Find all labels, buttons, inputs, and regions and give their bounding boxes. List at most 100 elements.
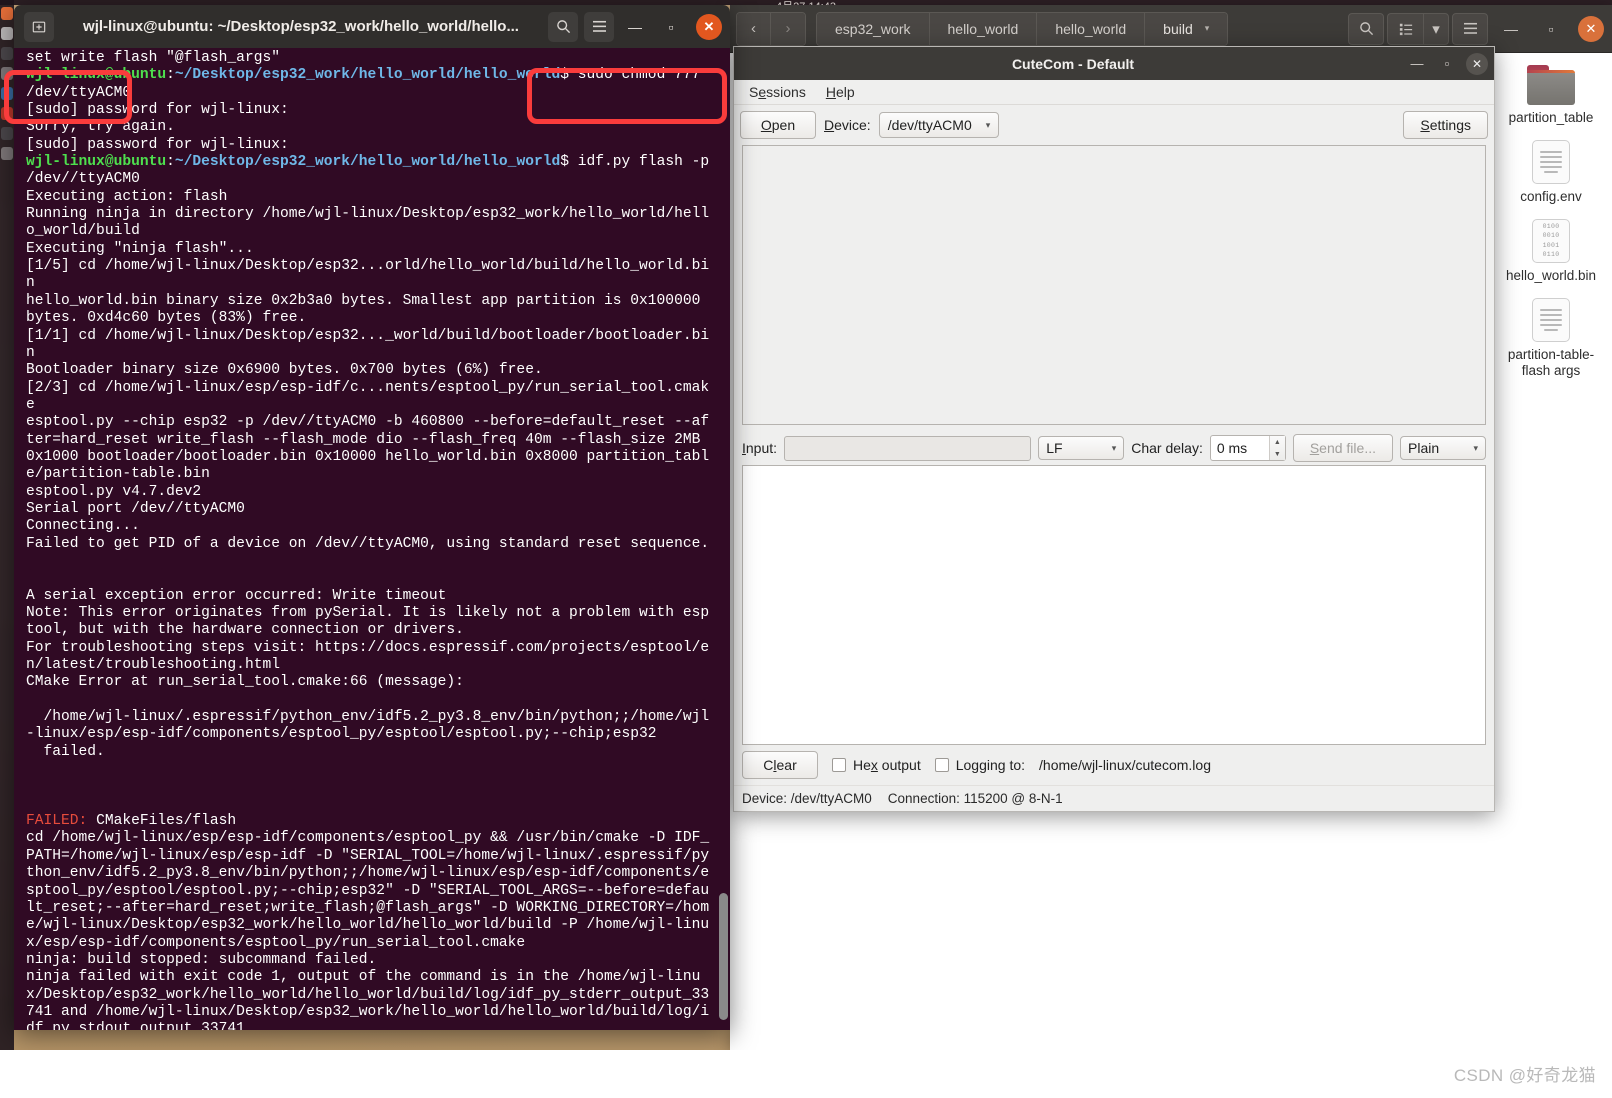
search-icon[interactable] (1348, 12, 1384, 45)
binary-bits-1: 0010 (1542, 232, 1560, 240)
terminal-prompt-user: wjl-linux@ubuntu (26, 67, 167, 84)
file-manager-maximize-button[interactable]: ▫ (1534, 13, 1568, 45)
back-icon[interactable]: ‹ (737, 12, 771, 45)
launcher-dock[interactable] (0, 0, 14, 1098)
terminal-body[interactable]: set write flash "@flash_args" wjl-linux@u… (14, 48, 730, 1030)
breadcrumb-item-build-label: build (1163, 20, 1193, 37)
bottom-strip (0, 1050, 1612, 1098)
cutecom-statusbar: Device: /dev/ttyACM0 Connection: 115200 … (734, 785, 1494, 811)
file-item-config-env[interactable]: config.env (1492, 136, 1610, 211)
file-manager-close-button[interactable]: ✕ (1578, 15, 1604, 42)
launcher-item-files[interactable] (1, 7, 13, 20)
input-label: Input: (742, 440, 778, 456)
terminal-scrollbar[interactable] (717, 48, 730, 1030)
hex-output-checkbox[interactable]: Hex output (832, 757, 921, 773)
launcher-item-calendar[interactable] (1, 67, 13, 80)
terminal-line: [1/1] cd /home/wjl-linux/Desktop/esp32..… (26, 327, 710, 361)
hamburger-icon[interactable] (584, 11, 614, 42)
terminal-line: Executing "ninja flash"... (26, 240, 254, 257)
terminal-prompt-path: ~/Desktop/esp32_work/hello_world/hello_w… (174, 154, 561, 171)
terminal-line: Running ninja in directory /home/wjl-lin… (26, 206, 710, 240)
cutecom-receive-pane[interactable] (742, 465, 1486, 745)
send-file-button[interactable]: Send file... (1292, 434, 1393, 462)
chevron-down-icon: ▾ (1204, 23, 1210, 33)
checkbox-box[interactable] (934, 758, 949, 772)
device-select[interactable]: /dev/ttyACM0 ▾ (878, 112, 1000, 138)
terminal-titlebar[interactable]: wjl-linux@ubuntu: ~/Desktop/esp32_work/h… (14, 5, 730, 48)
input-field[interactable] (784, 435, 1032, 461)
terminal-close-button[interactable]: ✕ (696, 13, 722, 40)
checkbox-box[interactable] (832, 758, 846, 772)
cutecom-close-button[interactable]: ✕ (1466, 52, 1488, 75)
file-item-label: hello_world.bin (1505, 267, 1597, 283)
clear-button[interactable]: Clear (742, 751, 818, 779)
watermark: CSDN @好奇龙猫 (1453, 1066, 1596, 1085)
launcher-item-software[interactable] (1, 107, 13, 120)
file-manager-minimize-button[interactable]: — (1494, 13, 1528, 45)
forward-icon[interactable]: › (771, 12, 805, 45)
cutecom-title: CuteCom - Default (1011, 55, 1135, 72)
breadcrumb-item-esp32-work[interactable]: esp32_work (817, 12, 930, 45)
launcher-item-settings[interactable] (1, 87, 13, 100)
terminal-minimize-button[interactable]: — (620, 12, 650, 42)
binary-bits-3: 0110 (1542, 251, 1560, 259)
hamburger-icon[interactable] (1452, 12, 1488, 45)
file-grid: partition_table config.env 0100 0010 100… (1490, 53, 1612, 385)
launcher-item-trash[interactable] (1, 147, 13, 160)
open-button[interactable]: Open (740, 111, 816, 139)
binary-file-icon: 0100 0010 1001 0110 (1532, 218, 1570, 263)
char-delay-value: 0 ms (1216, 440, 1248, 456)
launcher-item-text-editor[interactable] (1, 47, 13, 60)
terminal-line: CMake Error at run_serial_tool.cmake:66 … (26, 674, 464, 691)
terminal-line: wjl-linux@ubuntu:~/Desktop/esp32_work/he… (26, 67, 713, 102)
file-item-partition-table[interactable]: partition_table (1492, 61, 1610, 132)
settings-button[interactable]: Settings (1403, 111, 1488, 139)
stepper-up-icon[interactable]: ▲ (1270, 436, 1285, 448)
view-dropdown-icon[interactable]: ▾ (1423, 12, 1449, 45)
file-item-partition-table-flash-args[interactable]: partition-table-flash args (1492, 294, 1610, 385)
hex-output-label: Hex output (853, 757, 921, 773)
terminal-window[interactable]: wjl-linux@ubuntu: ~/Desktop/esp32_work/h… (14, 5, 730, 1030)
search-icon[interactable] (548, 11, 578, 42)
cutecom-maximize-button[interactable]: ▫ (1432, 51, 1462, 77)
terminal-scrollbar-thumb[interactable] (719, 892, 728, 1021)
terminal-output[interactable]: set write flash "@flash_args" wjl-linux@u… (14, 48, 717, 1030)
char-delay-stepper[interactable]: 0 ms ▲ ▼ (1209, 435, 1286, 461)
file-manager-nav-group: ‹ › (736, 11, 806, 46)
terminal-line: FAILED: CMakeFiles/flash (26, 813, 713, 830)
cutecom-menubar[interactable]: Sessions Help (734, 80, 1494, 105)
new-tab-icon[interactable] (24, 11, 54, 42)
line-ending-select[interactable]: LF ▾ (1038, 436, 1125, 460)
send-format-select[interactable]: Plain ▾ (1400, 436, 1486, 460)
terminal-failed-target: CMakeFiles/flash (87, 813, 237, 830)
terminal-prompt-user: wjl-linux@ubuntu (26, 154, 167, 171)
list-view-icon[interactable] (1387, 12, 1423, 45)
terminal-line: Bootloader binary size 0x6900 bytes. 0x7… (26, 362, 543, 379)
launcher-item-terminal[interactable] (1, 127, 13, 140)
terminal-line: ninja failed with exit code 1, output of… (26, 969, 710, 1030)
terminal-line: Executing action: flash (26, 188, 228, 205)
file-item-hello-world-bin[interactable]: 0100 0010 1001 0110 hello_world.bin (1492, 215, 1610, 290)
cutecom-output-pane[interactable] (742, 145, 1486, 425)
terminal-line: cd /home/wjl-linux/esp/esp-idf/component… (26, 830, 710, 951)
device-label: Device: (824, 117, 871, 133)
launcher-item-firefox[interactable] (1, 27, 13, 40)
line-ending-value: LF (1046, 440, 1063, 456)
menu-item-help[interactable]: Help (819, 82, 862, 102)
breadcrumb-item-hello-world-2[interactable]: hello_world (1037, 12, 1146, 45)
stepper-buttons[interactable]: ▲ ▼ (1268, 436, 1285, 460)
terminal-line: Failed to get PID of a device on /dev//t… (26, 535, 710, 552)
send-format-value: Plain (1408, 440, 1440, 456)
breadcrumb-item-hello-world-1[interactable]: hello_world (929, 12, 1038, 45)
breadcrumb-item-build[interactable]: build ▾ (1145, 12, 1228, 45)
cutecom-titlebar[interactable]: CuteCom - Default — ▫ ✕ (734, 47, 1494, 80)
menu-item-sessions[interactable]: Sessions (742, 82, 813, 102)
cutecom-minimize-button[interactable]: — (1402, 51, 1432, 77)
terminal-line: Sorry, try again. (26, 119, 175, 136)
cutecom-window[interactable]: CuteCom - Default — ▫ ✕ Sessions Help Op… (733, 46, 1495, 812)
logging-checkbox[interactable]: Logging to: (934, 757, 1025, 773)
stepper-down-icon[interactable]: ▼ (1270, 448, 1285, 460)
cutecom-bottom-row: Clear Hex output Logging to: /home/wjl-l… (734, 745, 1494, 785)
terminal-maximize-button[interactable]: ▫ (656, 12, 686, 42)
